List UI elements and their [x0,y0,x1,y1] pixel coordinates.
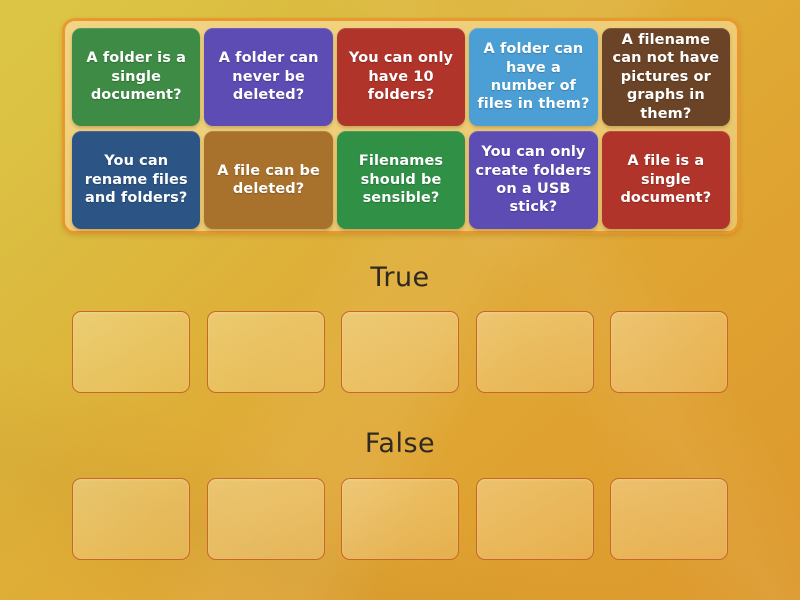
card-tray-row-2: You can rename files and folders? A file… [72,131,731,229]
word-card-label: Filenames should be sensible? [358,153,444,207]
word-card[interactable]: You can only create folders on a USB sti… [469,131,598,229]
word-card-label: A folder can have a number of files in t… [477,41,590,113]
word-card[interactable]: A folder is a single document? [72,28,201,126]
word-card-label: A file is a single document? [620,153,712,207]
drop-slot-true-1[interactable] [72,311,190,393]
word-card[interactable]: A filename can not have pictures or grap… [601,28,731,126]
word-card-label: A file can be deleted? [217,162,320,197]
word-card-label: You can only have 10 folders? [348,50,454,104]
word-card[interactable]: A folder can have a number of files in t… [469,28,598,126]
drop-slot-true-5[interactable] [610,311,728,393]
word-card-label: A folder is a single document? [86,50,187,104]
word-card[interactable]: A file is a single document? [601,131,731,229]
word-card-label: A folder can never be deleted? [218,50,319,104]
word-card[interactable]: You can only have 10 folders? [336,28,466,126]
drop-slot-false-3[interactable] [341,478,459,560]
drop-slot-true-3[interactable] [341,311,459,393]
group-label-false: False [364,428,436,459]
drop-slot-true-2[interactable] [206,311,325,393]
word-card-label: You can rename files and folders? [84,153,188,207]
word-card[interactable]: A folder can never be deleted? [204,28,333,126]
word-card-label: A filename can not have pictures or grap… [612,31,720,122]
word-card[interactable]: You can rename files and folders? [72,131,201,229]
card-tray: A folder is a single document? A folder … [62,18,740,234]
drop-slot-false-4[interactable] [475,478,594,560]
card-tray-row-1: A folder is a single document? A folder … [72,28,731,126]
word-card[interactable]: A file can be deleted? [204,131,333,229]
drop-slot-true-4[interactable] [475,311,594,393]
drop-zone-row-false [72,478,728,560]
drop-slot-false-2[interactable] [206,478,325,560]
drop-slot-false-1[interactable] [72,478,190,560]
group-label-true: True [370,262,430,293]
drop-slot-false-5[interactable] [610,478,728,560]
word-card-label: You can only create folders on a USB sti… [475,144,592,216]
drop-zone-row-true [72,311,728,393]
word-card[interactable]: Filenames should be sensible? [336,131,466,229]
